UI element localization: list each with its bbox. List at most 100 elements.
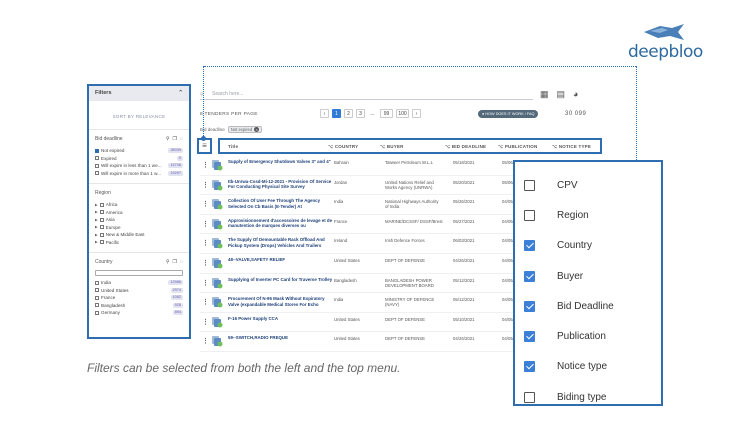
table-row[interactable]: ⋮ 48--VALVE,SAFETY RELIEF United States DEP… (200, 254, 530, 274)
column-option[interactable]: Bid Deadline (515, 291, 661, 321)
checkbox[interactable] (95, 171, 99, 176)
column-option[interactable]: Country (515, 231, 661, 261)
row-menu-icon[interactable]: ⋮ (202, 239, 209, 247)
column-option[interactable]: Notice type (515, 352, 661, 382)
tender-title[interactable]: Collection Of User Fee Through The Agenc… (228, 198, 333, 209)
checkbox[interactable] (95, 288, 99, 293)
tenders-per-page[interactable]: 8 TENDERS PER PAGE (200, 112, 258, 117)
table-row[interactable]: ⋮ Collection Of User Fee Through The Agen… (200, 195, 530, 215)
table-row[interactable]: ⋮ Supply of Emergency Shutdown Valves 3" … (200, 156, 530, 176)
region-option[interactable]: ▶ Africa (95, 201, 183, 209)
row-menu-icon[interactable]: ⋮ (202, 259, 209, 267)
search-icon[interactable]: ⚲ (166, 259, 170, 265)
clear-icon[interactable]: ◌ (180, 136, 183, 142)
region-option[interactable]: ▶ Europe (95, 224, 183, 232)
column-option[interactable]: Region (515, 200, 661, 230)
checkbox[interactable] (95, 295, 99, 300)
tender-title[interactable]: Approvisionnement d'accessoires de levag… (228, 218, 333, 229)
tender-title[interactable]: The Supply Of Demountable Rack Offload A… (228, 237, 333, 248)
expand-icon[interactable]: ▶ (95, 240, 98, 244)
column-option[interactable]: Biding type (515, 382, 661, 412)
checkbox[interactable] (95, 148, 99, 153)
checkbox[interactable] (95, 303, 99, 308)
table-row[interactable]: ⋮ 59--SWITCH,RADIO FREQUE United States DEP… (200, 332, 530, 352)
title-column[interactable]: Title (228, 144, 238, 149)
expand-icon[interactable]: ▶ (95, 225, 98, 229)
bid-deadline-option[interactable]: Will expire in less than 1 we... 14746 (95, 162, 183, 170)
checkbox[interactable] (524, 270, 535, 282)
checkbox[interactable] (95, 156, 99, 161)
column-option[interactable]: CPV (515, 170, 661, 200)
tender-title[interactable]: Itb-Unrwa-Cssd-Mi-12-2021 - Provision Of… (228, 179, 333, 190)
copy-icon[interactable]: ❐ (173, 259, 177, 265)
country-column[interactable]: ⌥ COUNTRY (328, 144, 358, 150)
notice-type-column[interactable]: ⌥ NOTICE TYPE (552, 144, 591, 150)
tender-title[interactable]: Procurement Of N-95 Mask Without Expirat… (228, 296, 333, 307)
tender-title[interactable]: 48--VALVE,SAFETY RELIEF (228, 257, 333, 263)
checkbox[interactable] (524, 361, 535, 373)
page-button[interactable]: 3 (356, 109, 365, 118)
publication-column[interactable]: ⌥ PUBLICATION (498, 144, 537, 150)
country-search-input[interactable] (95, 270, 183, 276)
tender-title[interactable]: Supply of Emergency Shutdown Valves 3" a… (228, 159, 333, 165)
row-menu-icon[interactable]: ⋮ (202, 279, 209, 287)
region-option[interactable]: ▶ New & Middle East (95, 231, 183, 239)
row-menu-icon[interactable]: ⋮ (202, 318, 209, 326)
bid-deadline-option[interactable]: Not expired 35039 (95, 147, 183, 155)
table-row[interactable]: ⋮ Supplying of Inverter PC Card for Trave… (200, 274, 530, 294)
tender-title[interactable]: Supplying of Inverter PC Card for Traver… (228, 277, 333, 283)
expand-icon[interactable]: ▶ (95, 203, 98, 207)
checkbox[interactable] (524, 331, 535, 343)
column-option[interactable]: Publication (515, 321, 661, 351)
country-option[interactable]: Germany 894 (95, 309, 183, 317)
country-option[interactable]: France 1082 (95, 294, 183, 302)
how-does-it-work-button[interactable]: ● HOW DOES IT WORK / FAQ (478, 110, 539, 118)
expand-icon[interactable]: ▶ (95, 210, 98, 214)
page-button[interactable]: 100 (396, 109, 409, 118)
prev-page-button[interactable]: ‹ (320, 109, 329, 118)
chart-view-icon[interactable]: ◕ (573, 89, 578, 100)
checkbox[interactable] (99, 232, 104, 237)
bid-deadline-column[interactable]: ⌥ BID DEADLINE (445, 144, 486, 150)
page-button[interactable]: 2 (344, 109, 353, 118)
filters-header[interactable]: Filters ⌃ (89, 86, 189, 101)
chevron-up-icon[interactable]: ⌃ (178, 90, 183, 97)
checkbox[interactable] (99, 225, 104, 230)
table-row[interactable]: ⋮ Approvisionnement d'accessoires de leva… (200, 215, 530, 235)
checkbox[interactable] (524, 391, 535, 403)
not-expired-chip[interactable]: Not expired × (227, 126, 263, 133)
row-menu-icon[interactable]: ⋮ (202, 161, 209, 169)
grid-view-icon[interactable]: ▦ (540, 89, 549, 100)
table-row[interactable]: ⋮ Procurement Of N-95 Mask Without Expira… (200, 293, 530, 313)
table-row[interactable]: ⋮ Itb-Unrwa-Cssd-Mi-12-2021 - Provision O… (200, 176, 530, 196)
row-menu-icon[interactable]: ⋮ (202, 298, 209, 306)
bid-deadline-option[interactable]: Expired 0 (95, 155, 183, 163)
row-menu-icon[interactable]: ⋮ (202, 181, 209, 189)
page-button[interactable]: 99 (380, 109, 393, 118)
checkbox[interactable] (524, 209, 535, 221)
column-option[interactable]: Buyer (515, 261, 661, 291)
expand-icon[interactable]: ▶ (95, 233, 98, 237)
search-input[interactable]: ⚲ Search here... (200, 89, 533, 100)
table-row[interactable]: ⋮ The Supply Of Demountable Rack Offload … (200, 234, 530, 254)
checkbox[interactable] (95, 310, 99, 315)
country-option[interactable]: Bangladesh 928 (95, 302, 183, 310)
country-option[interactable]: United States 2974 (95, 287, 183, 295)
sort-by-relevance[interactable]: SORT BY RELEVANCE (89, 101, 189, 130)
table-view-icon[interactable]: ▤ (557, 89, 566, 100)
copy-icon[interactable]: ❐ (173, 136, 177, 142)
bid-deadline-option[interactable]: Will expire in more than 1 w... 19297 (95, 170, 183, 178)
next-page-button[interactable]: › (412, 109, 421, 118)
checkbox[interactable] (99, 202, 104, 207)
checkbox[interactable] (524, 240, 535, 252)
close-icon[interactable]: × (254, 127, 260, 132)
country-option[interactable]: India 12986 (95, 279, 183, 287)
region-option[interactable]: ▶ America (95, 209, 183, 217)
checkbox[interactable] (95, 163, 99, 168)
clear-icon[interactable]: ◌ (180, 259, 183, 265)
buyer-column[interactable]: ⌥ BUYER (380, 144, 404, 150)
row-menu-icon[interactable]: ⋮ (202, 337, 209, 345)
region-option[interactable]: ▶ Pacific (95, 239, 183, 247)
tender-title[interactable]: 59--SWITCH,RADIO FREQUE (228, 335, 333, 341)
table-row[interactable]: ⋮ F-16 Power Supply CCA United States DEPT … (200, 313, 530, 333)
